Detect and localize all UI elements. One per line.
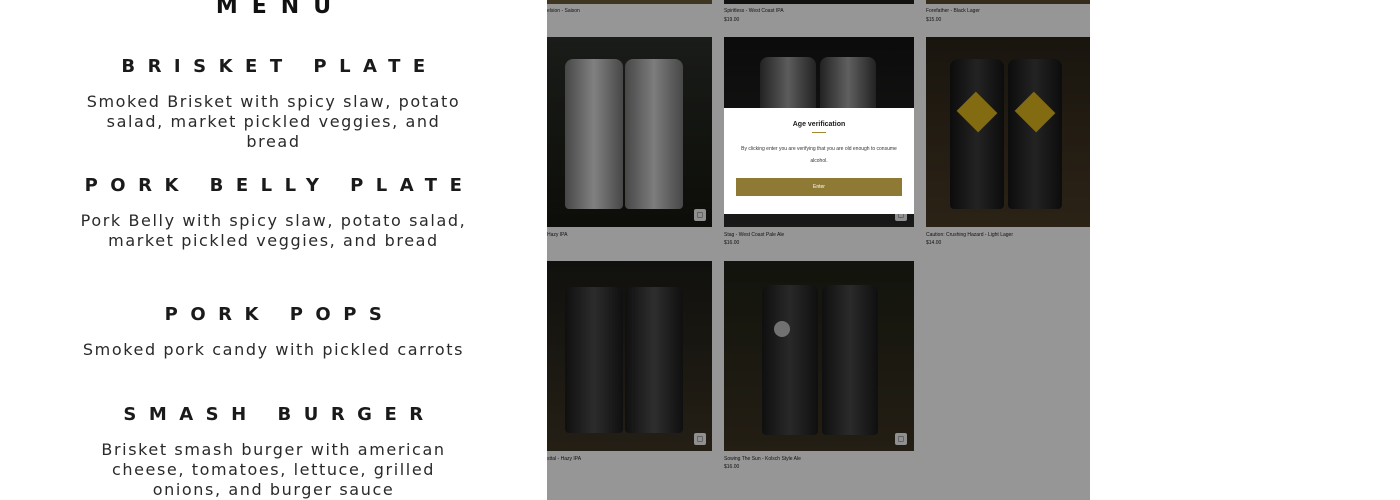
menu-item-name: PORK BELLY PLATE — [84, 175, 475, 196]
menu-item-description: Pork Belly with spicy slaw, potato salad… — [80, 211, 467, 250]
menu-item-brisket-plate: BRISKET PLATE Smoked Brisket with spicy … — [0, 56, 547, 152]
menu-item-smash-burger: SMASH BURGER Brisket smash burger with a… — [0, 404, 547, 500]
menu-panel: MENU BRISKET PLATE Smoked Brisket with s… — [0, 0, 547, 500]
menu-item-description: Smoked Brisket with spicy slaw, potato s… — [86, 92, 461, 151]
menu-item-name: SMASH BURGER — [123, 404, 436, 425]
menu-title: MENU — [215, 0, 346, 19]
menu-item-name: PORK POPS — [164, 304, 395, 325]
store-panel: elsion - Saison Spiritless - West Coast … — [547, 0, 1090, 500]
menu-item-pork-belly-plate: PORK BELLY PLATE Pork Belly with spicy s… — [0, 175, 547, 251]
menu-item-description: Smoked pork candy with pickled carrots — [82, 340, 465, 359]
modal-title: Age verification — [792, 121, 846, 128]
menu-item-pork-pops: PORK POPS Smoked pork candy with pickled… — [0, 304, 547, 360]
age-verification-modal: Age verification By clicking enter you a… — [724, 108, 914, 214]
enter-button[interactable]: Enter — [736, 178, 902, 196]
page-background — [1090, 0, 1400, 500]
modal-text: By clicking enter you are verifying that… — [741, 146, 897, 164]
modal-divider — [812, 132, 826, 133]
menu-item-name: BRISKET PLATE — [121, 56, 438, 77]
modal-backdrop — [547, 0, 1090, 500]
menu-item-description: Brisket smash burger with american chees… — [101, 440, 446, 499]
